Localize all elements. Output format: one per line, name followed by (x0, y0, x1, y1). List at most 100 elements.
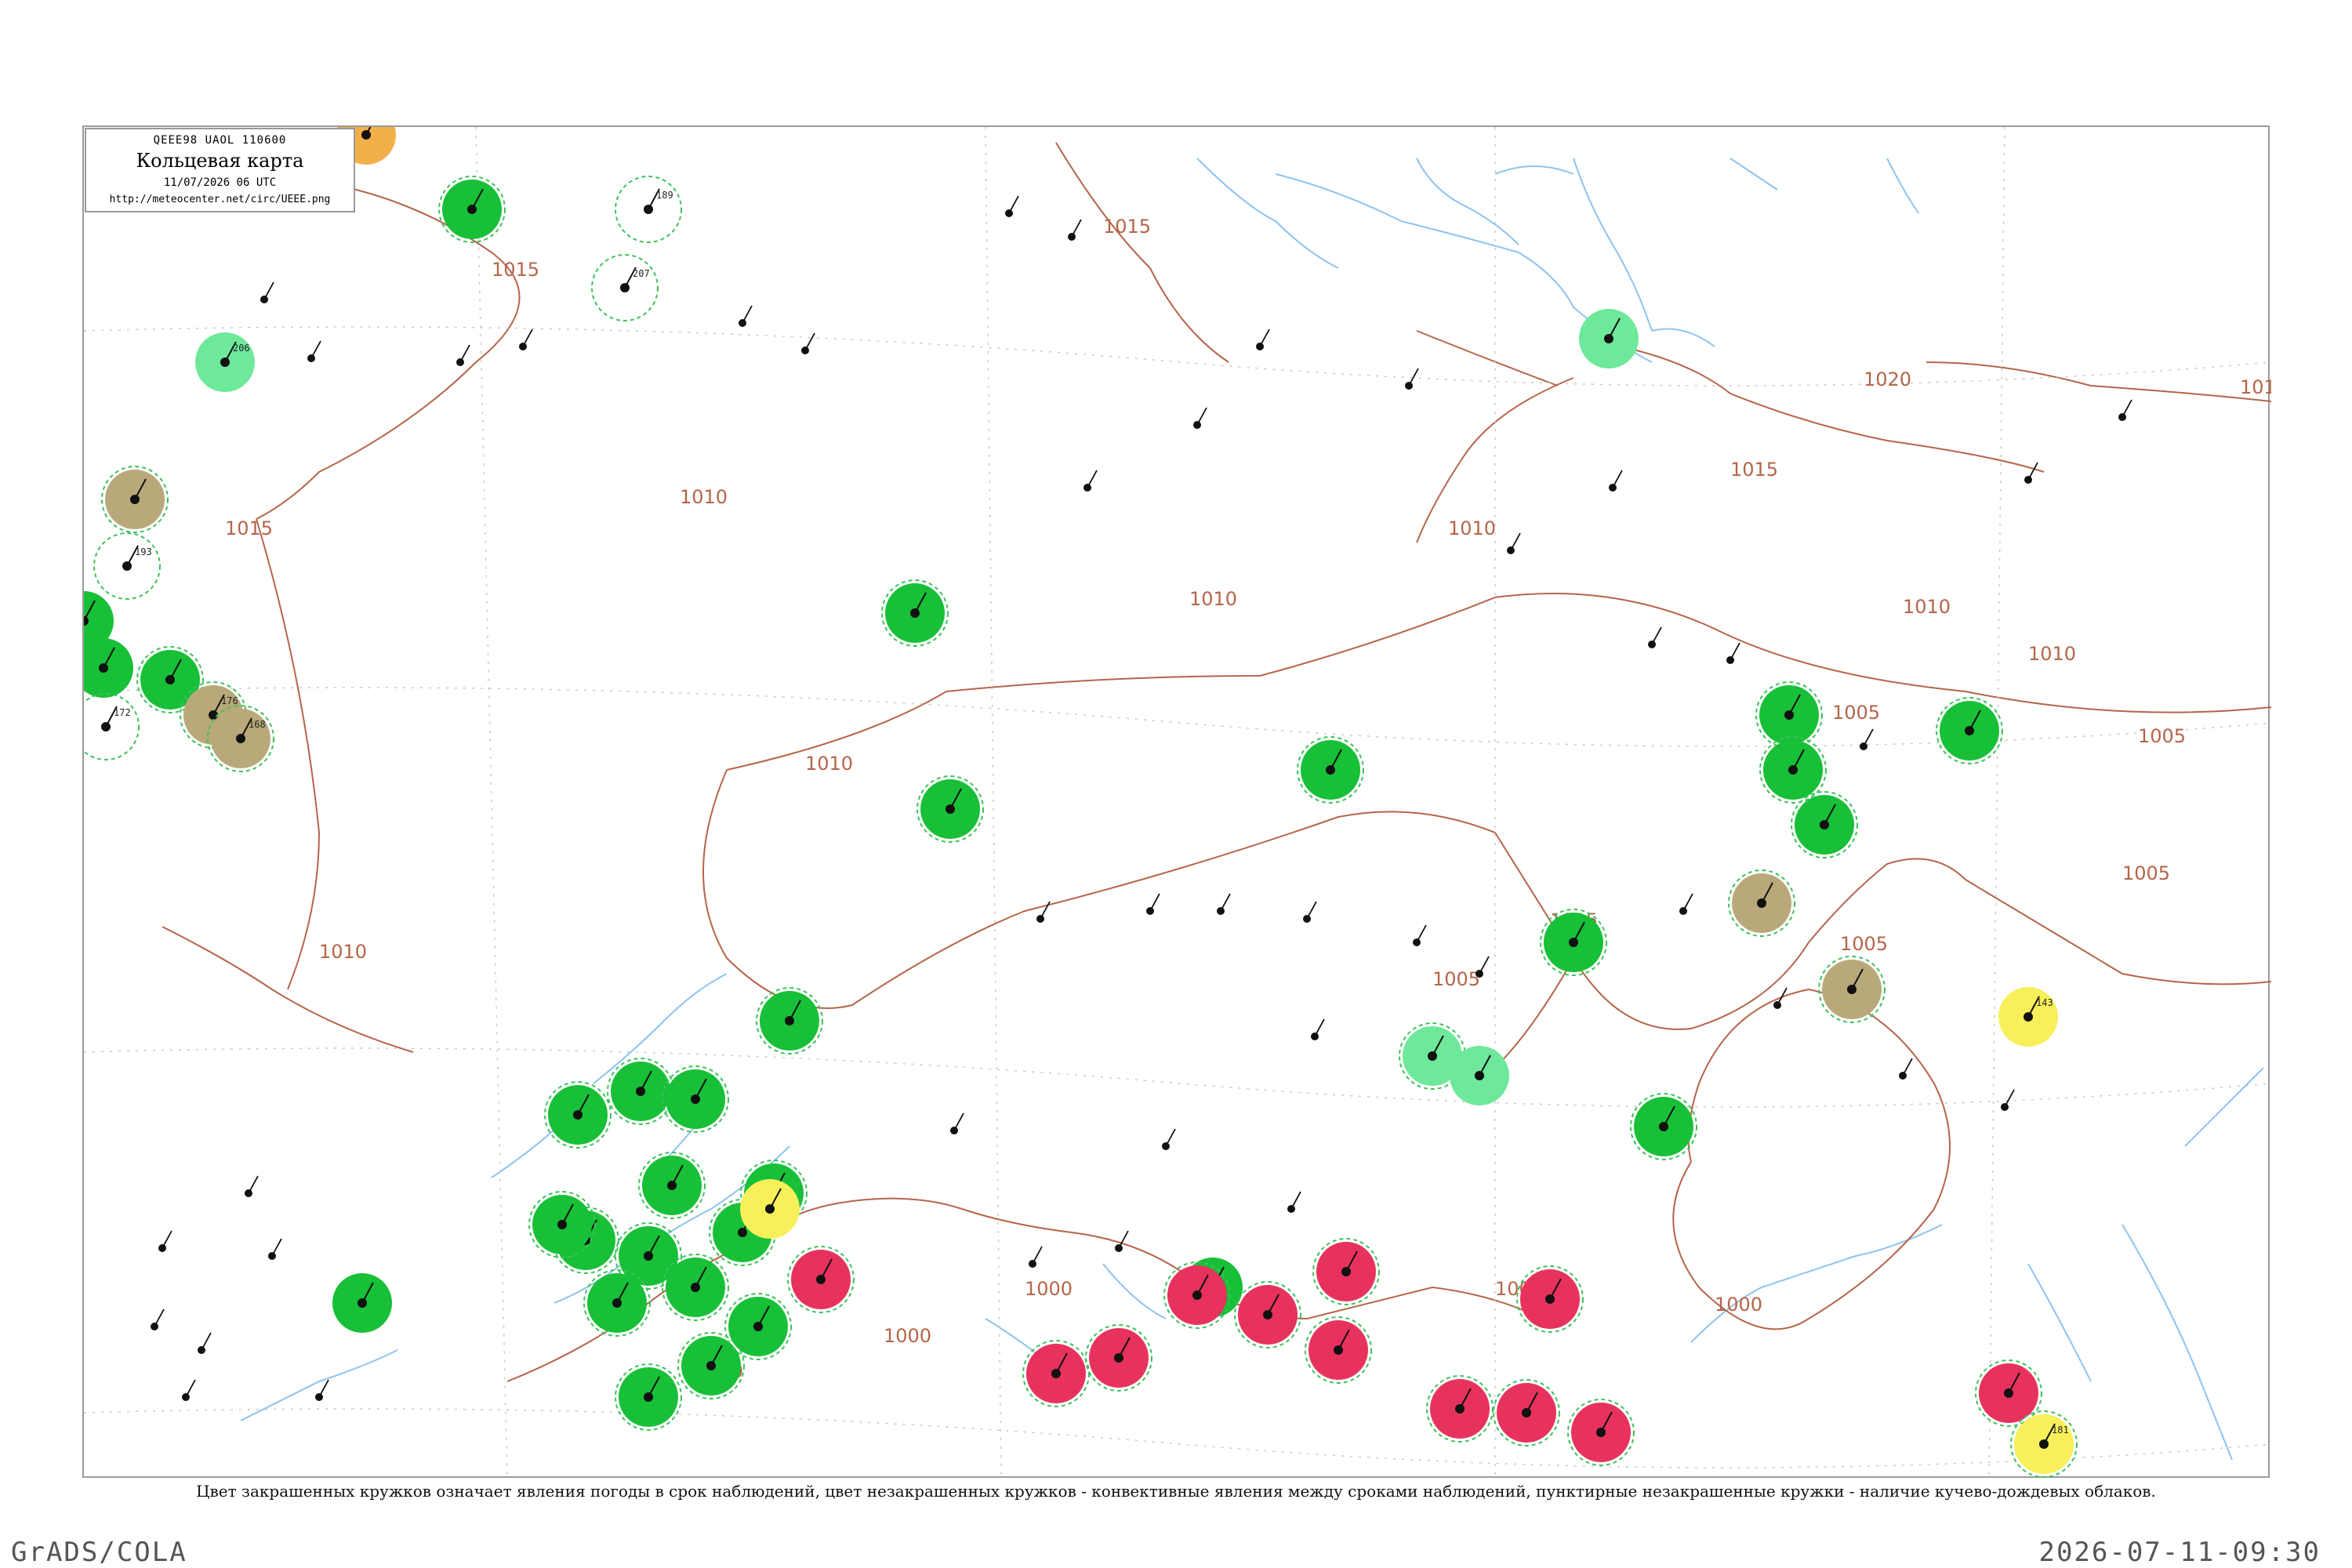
wind-barb (1408, 368, 1419, 387)
station-marker (1413, 924, 1427, 946)
station-marker (1005, 195, 1019, 217)
station-marker (1648, 626, 1662, 648)
station-marker (151, 1308, 165, 1330)
station-marker (1475, 956, 1490, 978)
isobar-label: 1010 (1448, 517, 1496, 539)
legend-box: QEEE98 UAOL 110600 Кольцевая карта 11/07… (85, 128, 355, 212)
station-marker (260, 281, 274, 303)
station-marker (1726, 642, 1740, 664)
wind-barb (318, 1379, 329, 1398)
wind-barb (2027, 462, 2038, 481)
isobar-label: 1005 (2138, 725, 2186, 747)
station-marker (1818, 956, 1886, 1023)
station-marker (1234, 1281, 1301, 1348)
wind-barb (742, 305, 753, 324)
station-pressure: 193 (135, 546, 152, 557)
station-marker (198, 1332, 212, 1354)
isobar-label: 1010 (2028, 643, 2076, 665)
station-marker (268, 1238, 282, 1260)
station-marker (456, 344, 470, 366)
stations-layer: 174189207206193176168172143181 (84, 127, 2132, 1478)
legend-time: 11/07/2026 06 UTC (163, 176, 277, 189)
wind-barb (1040, 901, 1051, 920)
station-pressure: 143 (2036, 997, 2053, 1008)
isobar-label: 1010 (1903, 596, 1951, 618)
wind-barb (1730, 642, 1740, 661)
station-marker (1450, 1046, 1509, 1105)
station-marker (1975, 1359, 2042, 1427)
wind-barb (1416, 924, 1427, 943)
station-marker: 189 (615, 176, 682, 243)
wind-barb (201, 1332, 212, 1351)
wind-barb (2004, 1089, 2015, 1108)
station-marker (1630, 1093, 1697, 1160)
cb-cloud-ring (84, 693, 140, 760)
legend-title: Кольцевая карта (136, 150, 304, 172)
station-pressure: 168 (249, 719, 266, 730)
wind-barb (1149, 893, 1160, 912)
wind-barb (953, 1112, 964, 1131)
station-marker (740, 1179, 800, 1239)
station-marker (1609, 470, 1623, 492)
station-marker (662, 1065, 729, 1133)
map-frame: 1015 1015 1015 1020 1015 1010 1010 1010 1010 1010… (82, 125, 2271, 1479)
wind-barb (1863, 728, 1874, 747)
isobar-label: 1000 (1715, 1294, 1762, 1316)
synoptic-map: 1015 1015 1015 1020 1015 1010 1010 1010 1010 1010… (84, 127, 2271, 1479)
wind-barb (1306, 901, 1317, 920)
station-marker (1303, 901, 1317, 923)
isobar-label: 1015 (492, 259, 539, 281)
isobar-label: 1010 (1189, 588, 1237, 610)
station-marker (1022, 1340, 1090, 1407)
wind-barb (1479, 956, 1490, 975)
station-marker (1085, 1324, 1152, 1392)
station-marker: 168 (207, 705, 274, 772)
station-marker (101, 466, 169, 533)
station-marker (756, 987, 823, 1054)
station-marker (1297, 736, 1364, 804)
station-marker (1516, 1265, 1584, 1333)
wind-barb (310, 340, 321, 359)
map-caption: Цвет закрашенных кружков означает явлени… (196, 1482, 2156, 1501)
station-marker (881, 579, 949, 647)
wind-barb (804, 332, 815, 351)
wind-barb (1651, 626, 1662, 645)
station-marker (519, 328, 533, 350)
station-marker (615, 1363, 682, 1431)
station-marker (1791, 791, 1858, 858)
station-marker: 172 (84, 693, 140, 760)
station-marker (182, 1379, 196, 1401)
station-pressure: 176 (221, 695, 238, 706)
station-marker (544, 1081, 612, 1149)
footer-credit: GrADS/COLA (11, 1537, 187, 1568)
station-marker (1493, 1379, 1560, 1446)
isobar-label: 1015 (1730, 459, 1778, 481)
isobar-label: 101 (2240, 376, 2271, 398)
footer-timestamp: 2026-07-11-09:30 (2038, 1537, 2321, 1568)
station-marker (332, 1273, 392, 1333)
station-marker (84, 638, 133, 698)
isobar-label: 1015 (1103, 216, 1151, 238)
wind-barb (1071, 219, 1082, 238)
station-marker (916, 775, 984, 843)
wind-barb (271, 1238, 282, 1257)
station-marker (2118, 399, 2132, 421)
legend-code: QEEE98 UAOL 110600 (153, 134, 287, 147)
station-marker (245, 1175, 259, 1197)
station-marker: 206 (195, 332, 255, 392)
station-marker (787, 1246, 855, 1313)
wind-barb (263, 281, 274, 300)
station-marker (1405, 368, 1419, 390)
station-pressure: 206 (233, 343, 250, 354)
station-marker (307, 340, 321, 362)
station-marker (638, 1152, 706, 1219)
station-pressure: 189 (656, 190, 673, 201)
station-marker (1029, 1246, 1043, 1268)
station-marker (1728, 869, 1795, 937)
wind-barb (1165, 1128, 1176, 1147)
isobar-label: 1005 (1432, 968, 1480, 990)
isobar-label: 1010 (680, 486, 728, 508)
station-marker (1162, 1128, 1176, 1150)
isobar-labels: 1015 1015 1015 1020 1015 1010 1010 1010 1010 1010… (225, 216, 2271, 1382)
station-marker (950, 1112, 964, 1134)
